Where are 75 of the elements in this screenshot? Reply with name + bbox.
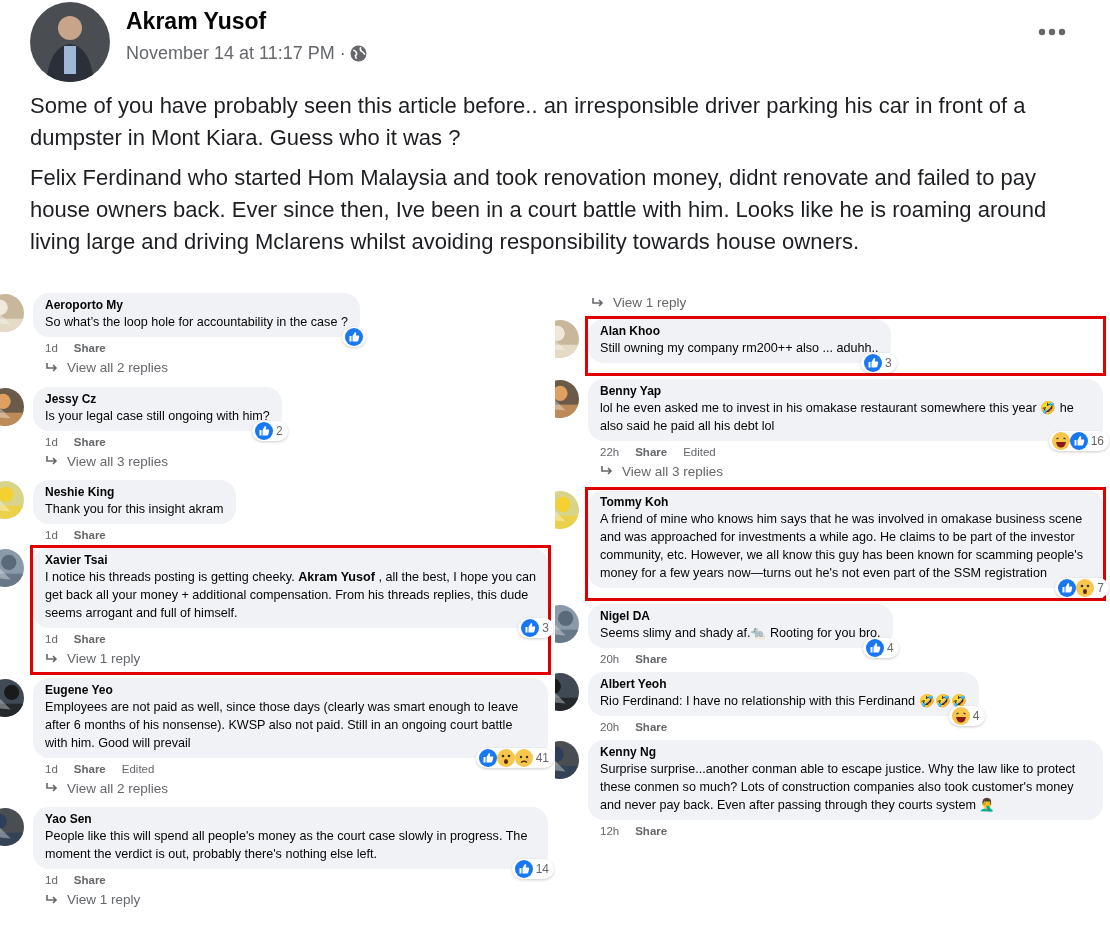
view-replies-link[interactable]: View 1 reply <box>555 290 687 313</box>
more-options-icon[interactable] <box>1038 28 1066 36</box>
share-link[interactable]: Share <box>73 761 106 776</box>
reaction-count: 14 <box>534 861 550 878</box>
comment-text: Employees are not paid as well, since those days (clearly was smart enough to leave after 6 months of his nonsense). KWSP also not paid. Still in an ongoing court battle with him. Good will prevail <box>45 698 520 752</box>
commenter-name[interactable]: Kenny Ng <box>600 745 1091 760</box>
commenter-name[interactable]: Albert Yeoh <box>600 677 967 692</box>
reaction-count: 41 <box>534 749 550 767</box>
post-paragraph: Some of you have probably seen this article before.. an irresponsible driver parking his car in front of a dumpster in Mont Kiara. Guess who it was ? <box>30 92 1027 152</box>
reaction-count: 2 <box>275 422 284 440</box>
commenter-name[interactable]: Xavier Tsai <box>45 553 536 568</box>
reaction-count: 4 <box>971 708 981 725</box>
comment-text: Still owning my company rm200++ also ... aduhh.. <box>600 339 879 357</box>
commenter-name[interactable]: Eugene Yeo <box>45 682 536 698</box>
post-paragraph: Felix Ferdinand who started Hom Malaysia and took renovation money, didnt renovate and failed to pay house owners back. Ever since then, Ive been in a court battle with him. Looks like he is roaming around living large and driving Mclarens whilst avoiding responsibility towards house owners. <box>30 164 1048 256</box>
comment-time: 22h <box>600 444 620 459</box>
commenter-name[interactable]: Yao Sen <box>45 812 536 827</box>
comment-text: People like this will spend all people's money as the court case slowly in progress. The moment the verdict is out, probably there's nothing else left. <box>45 828 529 863</box>
view-replies-link[interactable]: View all 2 replies <box>33 775 169 799</box>
reply-arrow-icon <box>45 652 59 665</box>
reply-arrow-icon <box>45 893 59 906</box>
comment-text: I notice his threads posting is getting cheeky. Akram Yusof , all the best, I hope you can get back all your money + additional compensation. From his threads replies, this dude seems arrogant and full of himself. <box>45 569 536 622</box>
reaction-count: 3 <box>541 620 550 637</box>
comment-time: 12h <box>600 824 620 838</box>
reaction-count: 16 <box>1089 432 1105 450</box>
share-link[interactable]: Share <box>635 444 668 459</box>
view-replies-link[interactable]: View all 2 replies <box>33 355 169 378</box>
share-link[interactable]: Share <box>73 528 106 542</box>
comment-time: 1d <box>45 873 58 887</box>
comment-time: 1d <box>45 341 58 355</box>
commenter-name[interactable]: Neshie King <box>45 485 224 500</box>
share-link[interactable]: Share <box>73 632 106 646</box>
share-link[interactable]: Share <box>635 720 668 734</box>
comment-text: Seems slimy and shady af.🐀 Rooting for you bro. <box>600 625 881 642</box>
comment-text: Surprise surprise...another conman able to escape justice. Why the law like to protect these conmen so much? Lots of construction companies also took customer's money and never pay back. Even after passing through they courts system 🤦‍♂ <box>600 761 1077 814</box>
author-name[interactable]: Akram Yusof <box>126 6 1022 36</box>
comment-time: 20h <box>600 720 620 734</box>
reply-arrow-icon <box>45 455 59 467</box>
reaction-count: 3 <box>883 354 893 372</box>
globe-icon <box>349 45 367 62</box>
reply-arrow-icon <box>45 361 59 374</box>
comment-time: 1d <box>45 632 58 646</box>
reply-arrow-icon <box>600 465 614 477</box>
comment-time: 1d <box>45 528 58 542</box>
share-link[interactable]: Share <box>73 873 106 887</box>
share-link[interactable]: Share <box>73 434 106 449</box>
comment-text: A friend of mine who knows him says that he was involved in omakase business scene and was approached for investments a while ago. He claims to be part of the investor community, etc. However, we all know this guy has been known for scamming people's money for a few years now—turns out he's not even part of the SSM registration <box>600 511 1085 582</box>
share-link[interactable]: Share <box>635 652 668 666</box>
comment-time: 1d <box>45 761 58 776</box>
commenter-name[interactable]: Nigel DA <box>600 609 881 624</box>
reaction-count: 7 <box>1096 580 1105 597</box>
view-replies-link[interactable]: View all 3 replies <box>33 448 169 472</box>
view-replies-link[interactable]: View all 3 replies <box>588 458 724 482</box>
post-time[interactable]: November 14 at 11:17 PM · <box>126 40 346 67</box>
comment-text: Rio Ferdinand: I have no relationship with this Ferdinand 🤣🤣🤣 <box>600 693 967 710</box>
commenter-name[interactable]: Aeroporto My <box>45 298 348 313</box>
edited-label: Edited <box>121 761 155 776</box>
comment-text: Is your legal case still ongoing with him? <box>45 407 270 425</box>
comment-text: Thank you for this insight akram <box>45 501 224 518</box>
comment-time: 20h <box>600 652 620 666</box>
reply-arrow-icon <box>591 296 605 309</box>
share-link[interactable]: Share <box>635 824 668 838</box>
reply-arrow-icon <box>45 782 59 794</box>
comment-time: 1d <box>45 434 58 449</box>
view-replies-link[interactable]: View 1 reply <box>33 646 141 669</box>
share-link[interactable]: Share <box>73 341 106 355</box>
comment-text: lol he even asked me to invest in his omakase restaurant somewhere this year 🤣 he also said he paid all his debt lol <box>600 399 1075 435</box>
commenter-name[interactable]: Alan Khoo <box>600 323 879 339</box>
commenter-name[interactable]: Jessy Cz <box>45 391 270 407</box>
comment-text: So what’s the loop hole for accountability in the case ? <box>45 314 348 331</box>
edited-label: Edited <box>683 444 716 459</box>
commenter-name[interactable]: Benny Yap <box>600 383 1091 399</box>
view-replies-link[interactable]: View 1 reply <box>33 887 141 910</box>
commenter-name[interactable]: Tommy Koh <box>600 495 1091 510</box>
reaction-count: 4 <box>885 640 895 657</box>
